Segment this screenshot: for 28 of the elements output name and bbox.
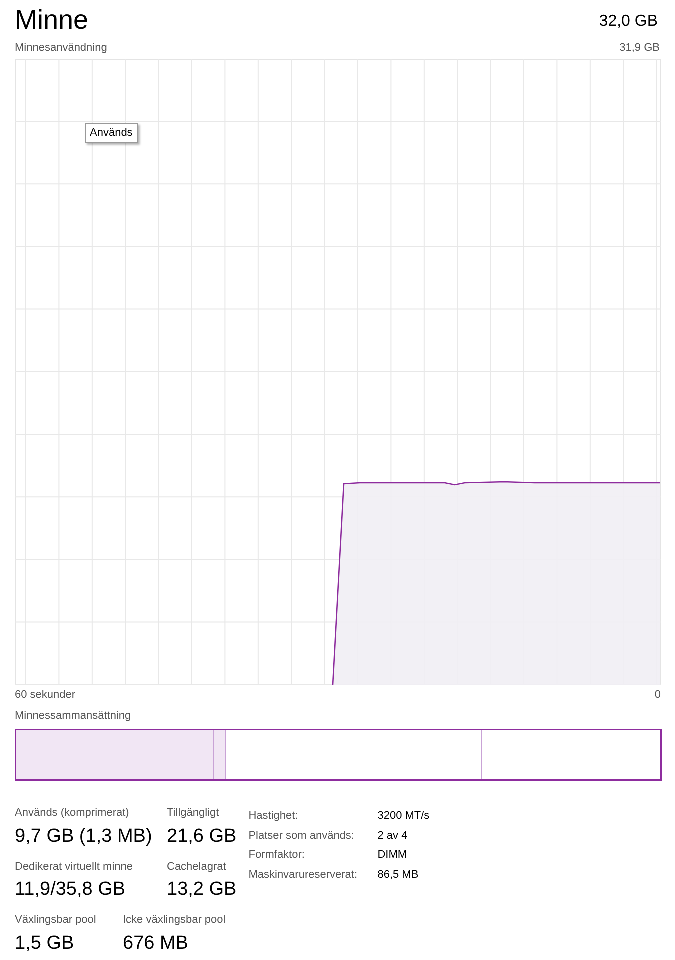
chart-max: 31,9 GB (620, 41, 660, 56)
axis-start-label: 60 sekunder (15, 688, 76, 702)
stat-value: 676 MB (123, 932, 190, 956)
stat-label: Cachelagrat (167, 860, 228, 874)
page-title: Minne (15, 4, 89, 37)
stat-value: 1,5 GB (15, 932, 76, 956)
property-value: DIMM (378, 848, 408, 863)
stat-label: Används (komprimerat) (15, 806, 130, 821)
property-label: Maskinvarureserverat: (248, 868, 359, 882)
stat-value: 21,6 GB (167, 824, 237, 848)
stat-label: Dedikerat virtuellt minne (15, 860, 134, 874)
stat-value: 13,2 GB (167, 878, 237, 902)
stat-label: Icke växlingsbar pool (123, 913, 226, 928)
property-label: Hastighet: (248, 809, 300, 824)
total-memory: 32,0 GB (599, 12, 658, 32)
stat-label: Växlingsbar pool (15, 913, 98, 928)
property-label: Formfaktor: (248, 848, 306, 863)
composition-label: Minnessammansättning (15, 709, 132, 724)
stat-value: 11,9/35,8 GB (15, 878, 127, 902)
chart-label: Minnesanvändning (15, 41, 108, 56)
property-value: 2 av 4 (378, 828, 408, 844)
stat-value: 9,7 GB (1,3 MB) (15, 824, 153, 848)
tooltip: Används (85, 122, 138, 143)
axis-end-label: 0 (654, 688, 661, 702)
property-value: 86,5 MB (378, 868, 419, 882)
property-value: 3200 MT/s (378, 809, 430, 824)
stat-label: Tillgängligt (167, 806, 220, 821)
property-label: Platser som används: (248, 828, 356, 844)
